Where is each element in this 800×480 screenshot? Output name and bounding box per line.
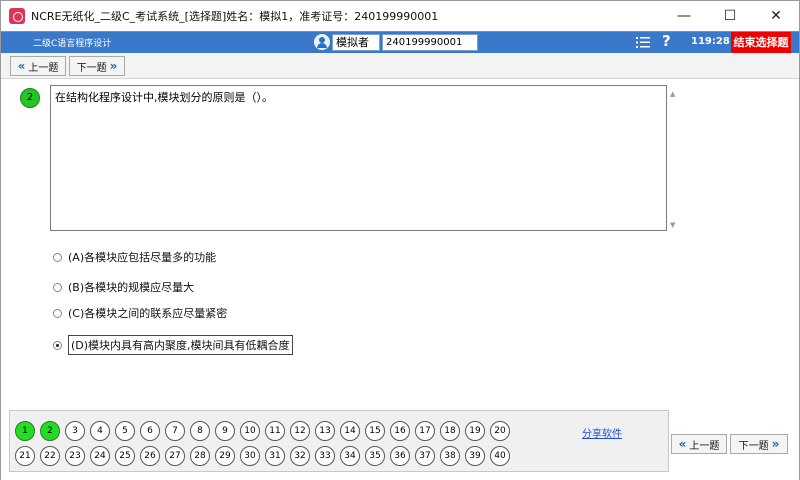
question-grid: 分享软件 1 2 3 4 5 6 7 8 9 10 11 12 13 14 15 16 17 18 19 20 21 22…	[9, 410, 669, 472]
question-jump-29[interactable]: 29	[215, 446, 235, 466]
question-jump-2[interactable]: 2	[40, 421, 60, 441]
radio-d[interactable]	[53, 340, 62, 350]
question-jump-36[interactable]: 36	[390, 446, 410, 466]
question-jump-6[interactable]: 6	[140, 421, 160, 441]
bottom-next-button[interactable]: 下一题 »	[730, 434, 788, 454]
question-jump-20[interactable]: 20	[490, 421, 510, 441]
question-jump-1[interactable]: 1	[15, 421, 35, 441]
question-list-icon[interactable]	[636, 36, 650, 49]
option-c[interactable]: (C)各模块之间的联系应尽量紧密	[53, 305, 227, 321]
question-jump-32[interactable]: 32	[290, 446, 310, 466]
bottom-prev-label: 上一题	[689, 440, 720, 452]
question-jump-26[interactable]: 26	[140, 446, 160, 466]
app-logo-icon	[9, 8, 25, 24]
radio-c[interactable]	[53, 308, 62, 318]
question-jump-16[interactable]: 16	[390, 421, 410, 441]
radio-a[interactable]	[53, 252, 62, 262]
maximize-button[interactable]: ☐	[707, 1, 753, 31]
question-jump-7[interactable]: 7	[165, 421, 185, 441]
double-right-arrow-icon: »	[109, 59, 118, 73]
candidate-name: 模拟者	[332, 34, 380, 51]
question-jump-39[interactable]: 39	[465, 446, 485, 466]
question-jump-25[interactable]: 25	[115, 446, 135, 466]
exam-id: 240199990001	[382, 34, 478, 51]
question-text: 在结构化程序设计中,模块划分的原则是（）。	[55, 91, 273, 104]
question-jump-3[interactable]: 3	[65, 421, 85, 441]
option-a-label: (A)各模块应包括尽量多的功能	[68, 251, 217, 264]
scroll-up-icon[interactable]: ▲	[670, 90, 675, 98]
question-jump-30[interactable]: 30	[240, 446, 260, 466]
minimize-button[interactable]: —	[661, 1, 707, 31]
title-bar: NCRE无纸化_二级C_考试系统_[选择题]姓名：模拟1，准考证号：240199…	[1, 1, 799, 31]
question-jump-31[interactable]: 31	[265, 446, 285, 466]
option-b-label: (B)各模块的规模应尽量大	[68, 281, 195, 294]
help-icon[interactable]: ?	[662, 32, 671, 50]
double-left-arrow-icon: «	[17, 59, 26, 73]
bottom-prev-button[interactable]: « 上一题	[671, 434, 727, 454]
question-jump-27[interactable]: 27	[165, 446, 185, 466]
option-d-label: (D)模块内具有高内聚度,模块间具有低耦合度	[68, 335, 293, 355]
question-jump-28[interactable]: 28	[190, 446, 210, 466]
question-jump-22[interactable]: 22	[40, 446, 60, 466]
next-label: 下一题	[76, 62, 107, 74]
option-c-label: (C)各模块之间的联系应尽量紧密	[68, 307, 228, 320]
question-jump-9[interactable]: 9	[215, 421, 235, 441]
question-jump-35[interactable]: 35	[365, 446, 385, 466]
question-jump-33[interactable]: 33	[315, 446, 335, 466]
scroll-down-icon[interactable]: ▼	[670, 221, 675, 229]
radio-b[interactable]	[53, 282, 62, 292]
subject-name: 二级C语言程序设计	[33, 39, 112, 49]
user-icon	[314, 34, 330, 50]
question-jump-13[interactable]: 13	[315, 421, 335, 441]
question-jump-14[interactable]: 14	[340, 421, 360, 441]
question-jump-18[interactable]: 18	[440, 421, 460, 441]
share-software-link[interactable]: 分享软件	[582, 425, 622, 440]
question-jump-38[interactable]: 38	[440, 446, 460, 466]
question-jump-11[interactable]: 11	[265, 421, 285, 441]
double-left-arrow-icon: «	[678, 437, 687, 451]
exam-window: NCRE无纸化_二级C_考试系统_[选择题]姓名：模拟1，准考证号：240199…	[0, 0, 800, 480]
prev-question-button[interactable]: « 上一题	[10, 56, 66, 76]
question-jump-23[interactable]: 23	[65, 446, 85, 466]
question-jump-5[interactable]: 5	[115, 421, 135, 441]
question-jump-17[interactable]: 17	[415, 421, 435, 441]
option-a[interactable]: (A)各模块应包括尽量多的功能	[53, 249, 216, 265]
question-jump-24[interactable]: 24	[90, 446, 110, 466]
next-question-button[interactable]: 下一题 »	[69, 56, 125, 76]
double-right-arrow-icon: »	[771, 437, 780, 451]
window-title: NCRE无纸化_二级C_考试系统_[选择题]姓名：模拟1，准考证号：240199…	[31, 10, 439, 23]
end-section-button[interactable]: 结束选择题	[731, 32, 791, 53]
question-jump-37[interactable]: 37	[415, 446, 435, 466]
question-jump-4[interactable]: 4	[90, 421, 110, 441]
question-jump-34[interactable]: 34	[340, 446, 360, 466]
option-d[interactable]: (D)模块内具有高内聚度,模块间具有低耦合度	[53, 335, 293, 355]
question-text-box[interactable]: 在结构化程序设计中,模块划分的原则是（）。	[50, 85, 667, 231]
option-b[interactable]: (B)各模块的规模应尽量大	[53, 279, 194, 295]
question-number-badge: 2	[20, 88, 40, 108]
bottom-next-label: 下一题	[738, 440, 769, 452]
bottom-panel: 分享软件 1 2 3 4 5 6 7 8 9 10 11 12 13 14 15 16 17 18 19 20 21 22…	[1, 410, 799, 480]
question-jump-40[interactable]: 40	[490, 446, 510, 466]
question-jump-21[interactable]: 21	[15, 446, 35, 466]
close-button[interactable]: ✕	[753, 1, 799, 31]
question-jump-12[interactable]: 12	[290, 421, 310, 441]
question-area: 2 在结构化程序设计中,模块划分的原则是（）。 ▲ ▼ (A)各模块应包括尽量多…	[1, 80, 799, 410]
question-jump-15[interactable]: 15	[365, 421, 385, 441]
window-controls: — ☐ ✕	[661, 1, 799, 31]
question-jump-10[interactable]: 10	[240, 421, 260, 441]
question-jump-8[interactable]: 8	[190, 421, 210, 441]
countdown-timer: 119:28	[691, 36, 730, 47]
question-jump-19[interactable]: 19	[465, 421, 485, 441]
prev-label: 上一题	[28, 62, 59, 74]
toolbar: « 上一题 下一题 »	[1, 53, 799, 79]
exam-header: 二级C语言程序设计 模拟者 240199990001 ? 119:28 结束选择…	[1, 31, 799, 53]
